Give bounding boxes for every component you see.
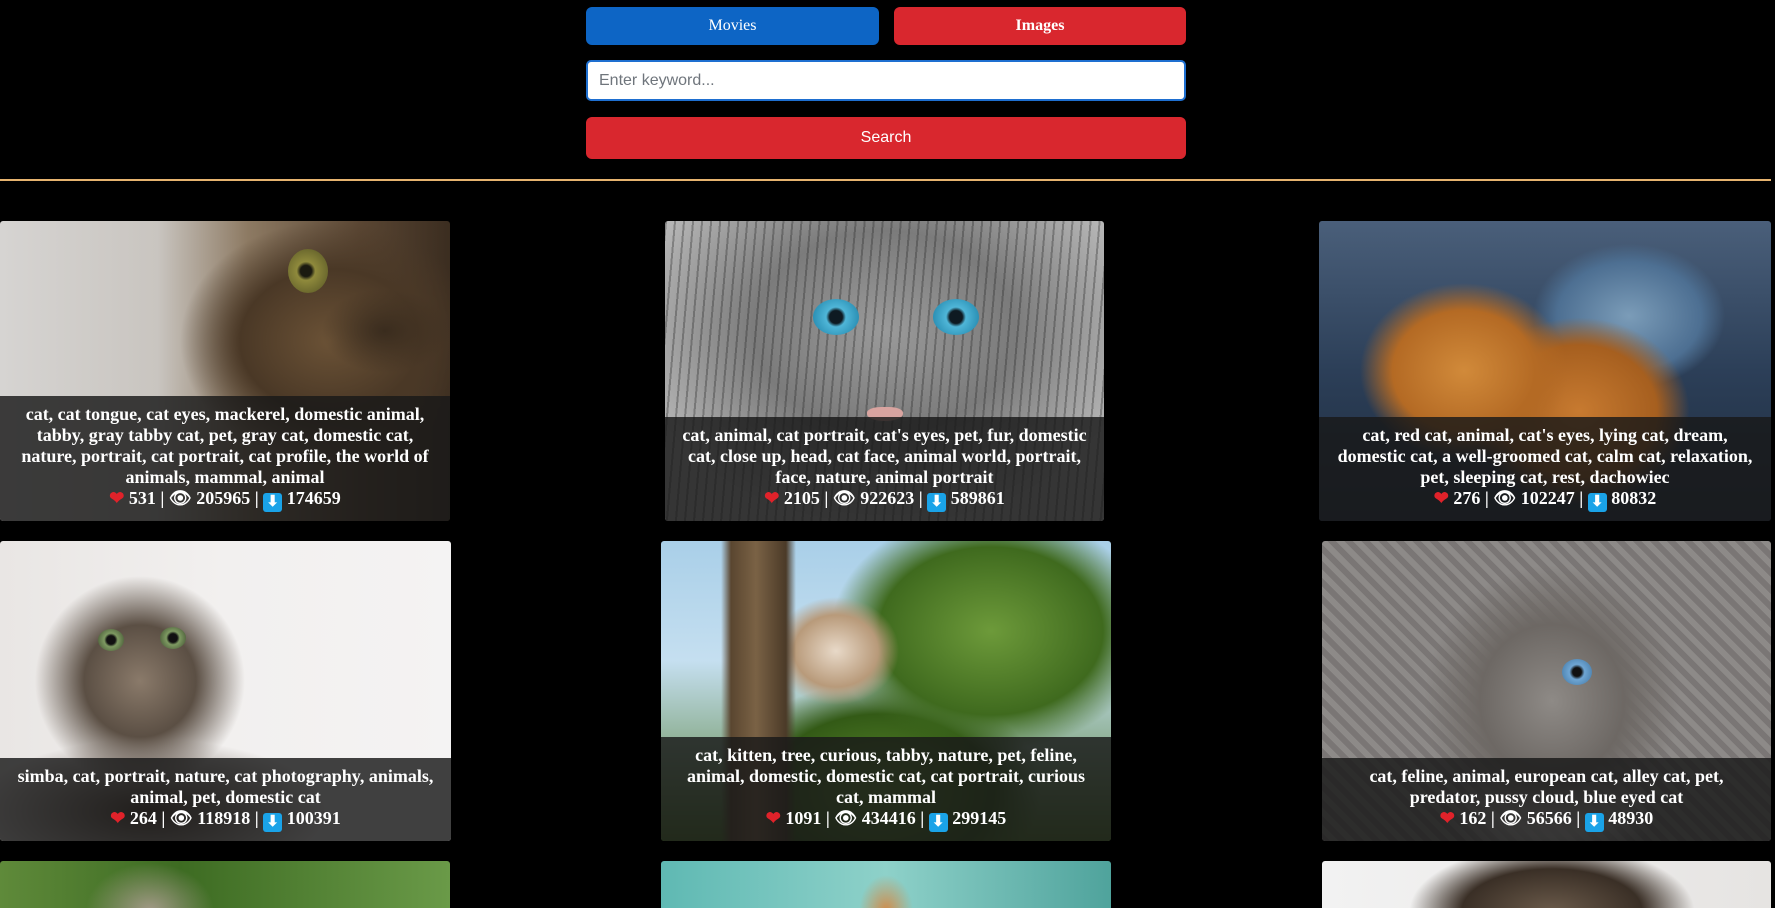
- heart-icon: ❤: [110, 808, 126, 828]
- result-stats: ❤ 264 | 👁 118918 | ⬇ 100391: [110, 808, 341, 832]
- result-tags: cat, animal, cat portrait, cat's eyes, p…: [682, 425, 1087, 487]
- eye-icon: 👁: [832, 488, 856, 508]
- result-card[interactable]: simba, cat, portrait, nature, cat photog…: [0, 541, 451, 841]
- download-icon: ⬇: [263, 493, 283, 512]
- cat-eye-shape: [98, 629, 124, 651]
- eye-icon: 👁: [1493, 488, 1517, 508]
- result-card[interactable]: cat, animal, cat portrait, cat's eyes, p…: [665, 221, 1104, 521]
- result-likes: 162: [1459, 808, 1487, 828]
- result-downloads: 80832: [1611, 488, 1657, 508]
- result-likes: 1091: [785, 808, 822, 828]
- result-caption: cat, cat tongue, cat eyes, mackerel, dom…: [0, 396, 450, 521]
- result-card[interactable]: [1322, 861, 1771, 908]
- result-likes: 531: [128, 488, 156, 508]
- result-card[interactable]: [0, 861, 450, 908]
- download-icon: ⬇: [263, 813, 283, 832]
- result-image[interactable]: [661, 861, 1111, 908]
- result-likes: 276: [1453, 488, 1481, 508]
- result-downloads: 48930: [1608, 808, 1654, 828]
- heart-icon: ❤: [1439, 808, 1455, 828]
- result-tags: cat, cat tongue, cat eyes, mackerel, dom…: [21, 404, 429, 487]
- result-card[interactable]: cat, cat tongue, cat eyes, mackerel, dom…: [0, 221, 450, 521]
- result-caption: simba, cat, portrait, nature, cat photog…: [0, 758, 451, 841]
- result-downloads: 589861: [950, 488, 1005, 508]
- download-icon: ⬇: [1587, 493, 1607, 512]
- result-card[interactable]: cat, kitten, tree, curious, tabby, natur…: [661, 541, 1111, 841]
- cat-eye-shape: [933, 299, 979, 335]
- result-card[interactable]: [661, 861, 1111, 908]
- heart-icon: ❤: [765, 808, 781, 828]
- result-stats: ❤ 1091 | 👁 434416 | ⬇ 299145: [765, 808, 1007, 832]
- heart-icon: ❤: [764, 488, 780, 508]
- result-image[interactable]: [1322, 861, 1771, 908]
- result-tags: cat, red cat, animal, cat's eyes, lying …: [1337, 425, 1753, 487]
- eye-icon: 👁: [169, 808, 193, 828]
- download-icon: ⬇: [1584, 813, 1604, 832]
- mode-switch: Movies Images: [586, 7, 1186, 45]
- result-card[interactable]: cat, feline, animal, european cat, alley…: [1322, 541, 1771, 841]
- cat-eye-shape: [813, 299, 859, 335]
- result-tags: simba, cat, portrait, nature, cat photog…: [17, 766, 434, 807]
- search-button[interactable]: Search: [586, 117, 1186, 159]
- result-views: 102247: [1520, 488, 1575, 508]
- result-stats: ❤ 162 | 👁 56566 | ⬇ 48930: [1439, 808, 1654, 832]
- result-stats: ❤ 531 | 👁 205965 | ⬇ 174659: [109, 488, 341, 512]
- divider: [0, 179, 1771, 181]
- result-tags: cat, kitten, tree, curious, tabby, natur…: [687, 745, 1085, 807]
- result-caption: cat, red cat, animal, cat's eyes, lying …: [1319, 417, 1771, 521]
- heart-icon: ❤: [1433, 488, 1449, 508]
- download-icon: ⬇: [927, 493, 947, 512]
- result-card[interactable]: cat, red cat, animal, cat's eyes, lying …: [1319, 221, 1771, 521]
- heart-icon: ❤: [109, 488, 125, 508]
- result-caption: cat, animal, cat portrait, cat's eyes, p…: [665, 417, 1104, 521]
- result-stats: ❤ 276 | 👁 102247 | ⬇ 80832: [1433, 488, 1657, 512]
- result-image[interactable]: [0, 861, 450, 908]
- result-views: 56566: [1526, 808, 1572, 828]
- images-button[interactable]: Images: [894, 7, 1186, 45]
- cat-eye-shape: [288, 249, 328, 293]
- result-stats: ❤ 2105 | 👁 922623 | ⬇ 589861: [764, 488, 1005, 512]
- result-likes: 2105: [783, 488, 820, 508]
- result-downloads: 100391: [286, 808, 341, 828]
- result-caption: cat, kitten, tree, curious, tabby, natur…: [661, 737, 1111, 841]
- cat-eye-shape: [1562, 659, 1592, 685]
- search-input[interactable]: [586, 60, 1186, 101]
- result-likes: 264: [129, 808, 157, 828]
- result-views: 922623: [860, 488, 915, 508]
- download-icon: ⬇: [928, 813, 948, 832]
- result-views: 205965: [196, 488, 251, 508]
- result-caption: cat, feline, animal, european cat, alley…: [1322, 758, 1771, 841]
- eye-icon: 👁: [834, 808, 858, 828]
- eye-icon: 👁: [1499, 808, 1523, 828]
- result-tags: cat, feline, animal, european cat, alley…: [1369, 766, 1724, 807]
- result-views: 434416: [861, 808, 916, 828]
- result-downloads: 299145: [952, 808, 1007, 828]
- movies-button[interactable]: Movies: [586, 7, 879, 45]
- cat-eye-shape: [160, 627, 186, 649]
- eye-icon: 👁: [168, 488, 192, 508]
- result-downloads: 174659: [286, 488, 341, 508]
- result-views: 118918: [197, 808, 251, 828]
